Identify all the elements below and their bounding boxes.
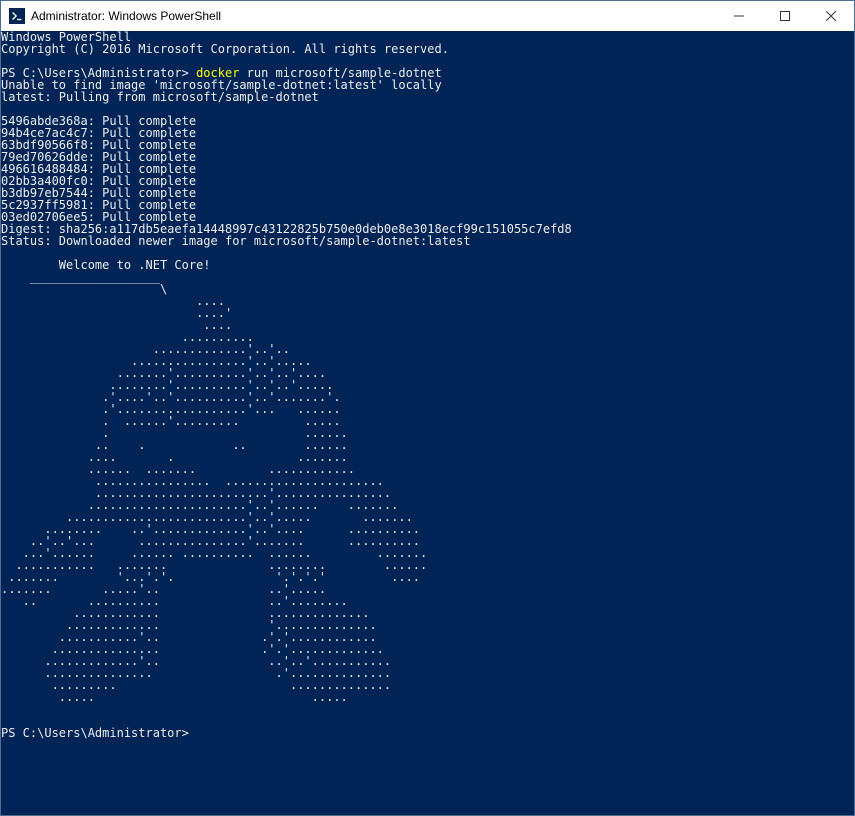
titlebar: Administrator: Windows PowerShell xyxy=(1,1,854,31)
powershell-icon xyxy=(9,8,25,24)
close-button[interactable] xyxy=(808,1,854,31)
minimize-button[interactable] xyxy=(716,1,762,31)
window-controls xyxy=(716,1,854,31)
output-line: latest: Pulling from microsoft/sample-do… xyxy=(1,90,319,104)
powershell-window: Administrator: Windows PowerShell Window… xyxy=(0,0,855,816)
maximize-button[interactable] xyxy=(762,1,808,31)
ascii-art: __________________ \ .... ....' .... ...… xyxy=(1,270,427,704)
banner-line: Copyright (C) 2016 Microsoft Corporation… xyxy=(1,42,449,56)
prompt: PS C:\Users\Administrator> xyxy=(1,726,196,740)
status-line: Status: Downloaded newer image for micro… xyxy=(1,234,471,248)
terminal-output[interactable]: Windows PowerShell Copyright (C) 2016 Mi… xyxy=(1,31,854,815)
window-title: Administrator: Windows PowerShell xyxy=(31,9,716,23)
